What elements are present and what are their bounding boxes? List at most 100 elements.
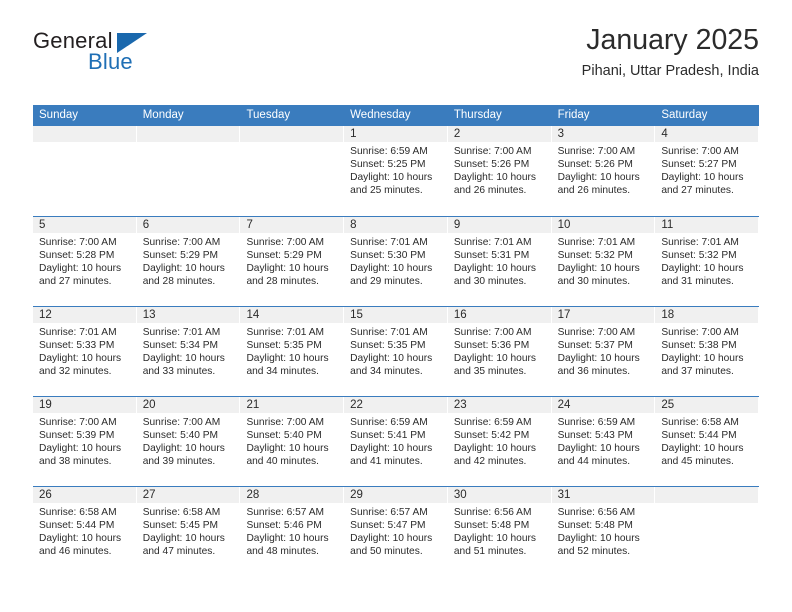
day-cell[interactable]: 24 Sunrise: 6:59 AM Sunset: 5:43 PM Dayligh… xyxy=(551,397,656,486)
day-number: 3 xyxy=(551,126,655,142)
sunset-text: Sunset: 5:26 PM xyxy=(557,159,633,171)
day-number: 12 xyxy=(33,307,136,323)
daylight-text-line2: and 30 minutes. xyxy=(453,276,527,288)
day-sun-info: Sunrise: 7:00 AM Sunset: 5:37 PM Daylight:… xyxy=(552,323,655,378)
day-number: 8 xyxy=(344,217,447,233)
sunset-text: Sunset: 5:46 PM xyxy=(246,520,322,532)
day-cell[interactable]: 23 Sunrise: 6:59 AM Sunset: 5:42 PM Dayligh… xyxy=(447,397,552,486)
day-number: 5 xyxy=(33,217,136,233)
day-cell[interactable]: 2 Sunrise: 7:00 AM Sunset: 5:26 PM Daylight… xyxy=(447,126,552,216)
day-cell[interactable]: 20 Sunrise: 7:00 AM Sunset: 5:40 PM Dayligh… xyxy=(136,397,241,486)
daylight-text-line1: Daylight: 10 hours xyxy=(661,172,744,184)
day-sun-info: Sunrise: 7:00 AM Sunset: 5:40 PM Daylight:… xyxy=(137,413,240,468)
daylight-text-line2: and 51 minutes. xyxy=(453,546,527,558)
day-cell[interactable]: 6 Sunrise: 7:00 AM Sunset: 5:29 PM Daylight… xyxy=(136,217,241,306)
day-cell[interactable]: 16 Sunrise: 7:00 AM Sunset: 5:36 PM Dayligh… xyxy=(447,307,552,396)
day-cell[interactable]: 8 Sunrise: 7:01 AM Sunset: 5:30 PM Daylight… xyxy=(344,217,448,306)
daylight-text-line1: Daylight: 10 hours xyxy=(39,533,122,545)
daylight-text-line1: Daylight: 10 hours xyxy=(557,353,640,365)
day-sun-info: Sunrise: 7:00 AM Sunset: 5:40 PM Daylight:… xyxy=(240,413,343,468)
sunset-text: Sunset: 5:28 PM xyxy=(39,250,115,262)
day-number: 31 xyxy=(551,487,655,503)
day-sun-info: Sunrise: 6:58 AM Sunset: 5:44 PM Daylight:… xyxy=(655,413,758,468)
day-cell[interactable]: 15 Sunrise: 7:01 AM Sunset: 5:35 PM Dayligh… xyxy=(344,307,448,396)
daylight-text-line2: and 25 minutes. xyxy=(350,185,423,197)
day-cell[interactable]: 22 Sunrise: 6:59 AM Sunset: 5:41 PM Dayligh… xyxy=(344,397,448,486)
day-number: 29 xyxy=(344,487,447,503)
daylight-text-line2: and 45 minutes. xyxy=(661,456,734,468)
day-cell[interactable]: 5 Sunrise: 7:00 AM Sunset: 5:28 PM Daylight… xyxy=(33,217,137,306)
weekday-header-row: Sunday Monday Tuesday Wednesday Thursday Frid… xyxy=(33,105,759,126)
day-number xyxy=(655,487,759,503)
sunrise-text: Sunrise: 6:58 AM xyxy=(39,507,117,518)
calendar-page: General Blue January 2025 Pihani, Uttar … xyxy=(0,0,792,612)
sunset-text: Sunset: 5:45 PM xyxy=(142,520,219,532)
sunrise-text: Sunrise: 6:58 AM xyxy=(661,417,739,428)
day-cell[interactable]: 27 Sunrise: 6:58 AM Sunset: 5:45 PM Dayligh… xyxy=(136,487,241,576)
day-cell[interactable]: 31 Sunrise: 6:56 AM Sunset: 5:48 PM Dayligh… xyxy=(551,487,656,576)
general-blue-logo[interactable]: General Blue xyxy=(33,28,213,84)
sunrise-text: Sunrise: 6:59 AM xyxy=(350,146,428,157)
day-number: 25 xyxy=(655,397,759,413)
day-cell[interactable]: 11 Sunrise: 7:01 AM Sunset: 5:32 PM Dayligh… xyxy=(655,217,760,306)
day-number xyxy=(136,126,240,142)
day-number: 28 xyxy=(240,487,344,503)
day-cell[interactable]: 19 Sunrise: 7:00 AM Sunset: 5:39 PM Dayligh… xyxy=(33,397,137,486)
daylight-text-line2: and 44 minutes. xyxy=(557,456,631,468)
day-cell[interactable]: 4 Sunrise: 7:00 AM Sunset: 5:27 PM Daylight… xyxy=(655,126,760,216)
sunset-text: Sunset: 5:40 PM xyxy=(142,430,219,442)
day-cell[interactable]: 14 Sunrise: 7:01 AM Sunset: 5:35 PM Dayligh… xyxy=(240,307,345,396)
sunrise-text: Sunrise: 7:00 AM xyxy=(142,237,221,248)
day-cell[interactable]: 17 Sunrise: 7:00 AM Sunset: 5:37 PM Dayligh… xyxy=(551,307,656,396)
day-cell[interactable]: 13 Sunrise: 7:01 AM Sunset: 5:34 PM Dayligh… xyxy=(136,307,241,396)
calendar-weeks: 1 Sunrise: 6:59 AM Sunset: 5:25 PM Daylight… xyxy=(33,126,760,576)
daylight-text-line2: and 47 minutes. xyxy=(142,546,216,558)
day-cell[interactable]: 12 Sunrise: 7:01 AM Sunset: 5:33 PM Dayligh… xyxy=(33,307,137,396)
daylight-text-line1: Daylight: 10 hours xyxy=(246,263,329,275)
sunset-text: Sunset: 5:30 PM xyxy=(350,250,426,262)
sunrise-text: Sunrise: 6:59 AM xyxy=(350,417,428,428)
day-sun-info: Sunrise: 7:00 AM Sunset: 5:36 PM Daylight:… xyxy=(448,323,551,378)
day-cell[interactable]: 21 Sunrise: 7:00 AM Sunset: 5:40 PM Dayligh… xyxy=(240,397,345,486)
sunrise-text: Sunrise: 7:01 AM xyxy=(350,237,428,248)
day-cell-empty xyxy=(655,487,760,576)
day-cell[interactable]: 26 Sunrise: 6:58 AM Sunset: 5:44 PM Dayligh… xyxy=(33,487,137,576)
sunset-text: Sunset: 5:33 PM xyxy=(39,340,115,352)
day-number xyxy=(33,126,136,142)
day-sun-info: Sunrise: 6:59 AM Sunset: 5:41 PM Daylight:… xyxy=(344,413,447,468)
daylight-text-line1: Daylight: 10 hours xyxy=(246,443,329,455)
day-cell[interactable]: 25 Sunrise: 6:58 AM Sunset: 5:44 PM Dayligh… xyxy=(655,397,760,486)
daylight-text-line1: Daylight: 10 hours xyxy=(557,172,640,184)
sunrise-text: Sunrise: 7:00 AM xyxy=(557,146,636,157)
day-cell[interactable]: 29 Sunrise: 6:57 AM Sunset: 5:47 PM Dayligh… xyxy=(344,487,448,576)
sunset-text: Sunset: 5:29 PM xyxy=(142,250,219,262)
daylight-text-line2: and 41 minutes. xyxy=(350,456,423,468)
day-cell[interactable]: 9 Sunrise: 7:01 AM Sunset: 5:31 PM Daylight… xyxy=(447,217,552,306)
day-sun-info: Sunrise: 6:59 AM Sunset: 5:42 PM Daylight:… xyxy=(448,413,551,468)
weekday-header-sunday: Sunday xyxy=(39,109,79,121)
daylight-text-line2: and 31 minutes. xyxy=(661,276,734,288)
day-cell[interactable]: 3 Sunrise: 7:00 AM Sunset: 5:26 PM Daylight… xyxy=(551,126,656,216)
sunrise-text: Sunrise: 6:57 AM xyxy=(246,507,325,518)
day-cell[interactable]: 10 Sunrise: 7:01 AM Sunset: 5:32 PM Dayligh… xyxy=(551,217,656,306)
daylight-text-line2: and 40 minutes. xyxy=(246,456,319,468)
day-cell[interactable]: 30 Sunrise: 6:56 AM Sunset: 5:48 PM Dayligh… xyxy=(447,487,552,576)
day-number: 19 xyxy=(33,397,136,413)
sunrise-text: Sunrise: 6:59 AM xyxy=(453,417,532,428)
daylight-text-line1: Daylight: 10 hours xyxy=(453,263,536,275)
page-subtitle-location: Pihani, Uttar Pradesh, India xyxy=(581,63,759,79)
weekday-header-tuesday: Tuesday xyxy=(246,109,291,121)
day-cell[interactable]: 7 Sunrise: 7:00 AM Sunset: 5:29 PM Daylight… xyxy=(240,217,345,306)
calendar-week-row: 1 Sunrise: 6:59 AM Sunset: 5:25 PM Daylight… xyxy=(33,126,760,216)
day-cell[interactable]: 18 Sunrise: 7:00 AM Sunset: 5:38 PM Dayligh… xyxy=(655,307,760,396)
sunset-text: Sunset: 5:36 PM xyxy=(453,340,530,352)
day-cell[interactable]: 1 Sunrise: 6:59 AM Sunset: 5:25 PM Daylight… xyxy=(344,126,448,216)
sunset-text: Sunset: 5:32 PM xyxy=(661,250,737,262)
weekday-header-thursday: Thursday xyxy=(453,109,502,121)
daylight-text-line2: and 46 minutes. xyxy=(39,546,112,558)
day-number: 18 xyxy=(655,307,759,323)
calendar-week-row: 12 Sunrise: 7:01 AM Sunset: 5:33 PM Dayligh… xyxy=(33,306,760,396)
day-cell[interactable]: 28 Sunrise: 6:57 AM Sunset: 5:46 PM Dayligh… xyxy=(240,487,345,576)
day-cell-empty xyxy=(33,126,137,216)
day-number: 23 xyxy=(447,397,551,413)
